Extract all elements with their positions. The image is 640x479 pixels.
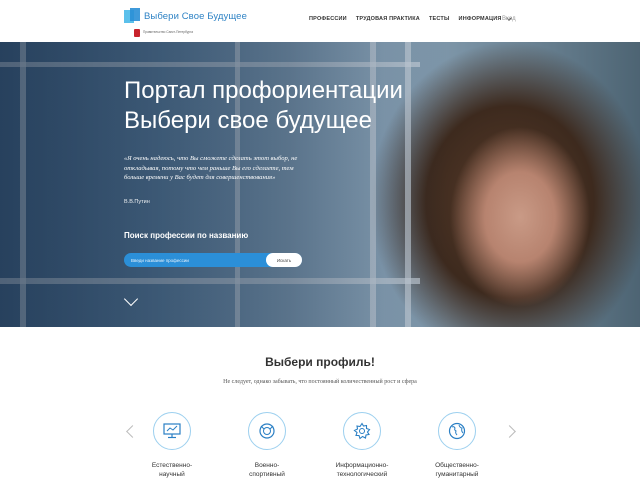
nav-information-label: ИНФОРМАЦИЯ — [458, 16, 502, 22]
nav-professions[interactable]: ПРОФЕССИИ — [309, 16, 347, 22]
nav-tests[interactable]: ТЕСТЫ — [429, 16, 450, 22]
logo-icon — [124, 8, 140, 24]
globe-icon — [448, 422, 466, 440]
profile-icon-circle — [248, 412, 286, 450]
nav-work-practice[interactable]: ТРУДОВАЯ ПРАКТИКА — [356, 16, 420, 22]
profile-card-information-technology[interactable]: Информационно- технологический — [324, 412, 400, 479]
site-logo[interactable]: Выбери Свое Будущее — [124, 8, 247, 24]
search-input[interactable] — [124, 253, 266, 267]
gear-icon — [353, 422, 371, 440]
hero-quote: «Я очень надеюсь, что Вы сможете сделать… — [124, 155, 298, 182]
emblem-icon — [259, 423, 275, 439]
profile-label-line2: гуманитарный — [435, 470, 479, 478]
profile-label-line2: спортивный — [249, 470, 285, 478]
profile-label-line2: научный — [159, 470, 185, 478]
page: Выбери Свое Будущее Правительство Санкт-… — [0, 0, 640, 479]
government-text: Правительство Санкт-Петербурга — [143, 30, 193, 35]
profile-label: Информационно- технологический — [324, 462, 400, 479]
profile-label-line1: Общественно- — [435, 462, 479, 469]
hero-title-line2: Выбери свое будущее — [124, 107, 372, 134]
profile-label: Военно- спортивный — [229, 462, 305, 479]
login-link[interactable]: Вход — [502, 16, 516, 22]
government-badge: Правительство Санкт-Петербурга — [134, 29, 203, 37]
profile-card-social-humanitarian[interactable]: Общественно- гуманитарный — [419, 412, 495, 479]
quote-author: В.В.Путин — [124, 199, 150, 205]
profile-icon-circle — [153, 412, 191, 450]
logo-title: Выбери Свое Будущее — [144, 10, 247, 22]
monitor-icon — [163, 423, 181, 439]
profile-icon-circle — [343, 412, 381, 450]
profile-label: Естественно- научный — [134, 462, 210, 479]
profiles-subtitle: Не следует, однако забывать, что постоян… — [223, 379, 417, 385]
carousel-next-icon[interactable] — [503, 425, 516, 438]
site-header: Выбери Свое Будущее Правительство Санкт-… — [0, 0, 640, 42]
profile-label-line1: Информационно- — [335, 462, 389, 469]
main-nav: ПРОФЕССИИ ТРУДОВАЯ ПРАКТИКА ТЕСТЫ ИНФОРМ… — [309, 15, 520, 22]
search-bar: Искать — [124, 253, 302, 267]
profile-label-line1: Военно- — [254, 462, 280, 469]
hero-title-line1: Портал профориентации — [124, 77, 403, 104]
hero-title: Портал профориентации Выбери свое будуще… — [124, 76, 464, 136]
search-button[interactable]: Искать — [266, 253, 302, 267]
profile-card-military-sports[interactable]: Военно- спортивный — [229, 412, 305, 479]
search-label: Поиск профессии по названию — [124, 231, 249, 240]
coat-of-arms-icon — [134, 29, 140, 37]
profile-label: Общественно- гуманитарный — [419, 462, 495, 479]
profile-label-line1: Естественно- — [151, 462, 193, 469]
profile-label-line2: технологический — [336, 470, 388, 478]
profile-card-natural-science[interactable]: Естественно- научный — [134, 412, 210, 479]
hero-banner: Портал профориентации Выбери свое будуще… — [0, 42, 640, 327]
profile-icon-circle — [438, 412, 476, 450]
profiles-title: Выбери профиль! — [265, 355, 375, 369]
